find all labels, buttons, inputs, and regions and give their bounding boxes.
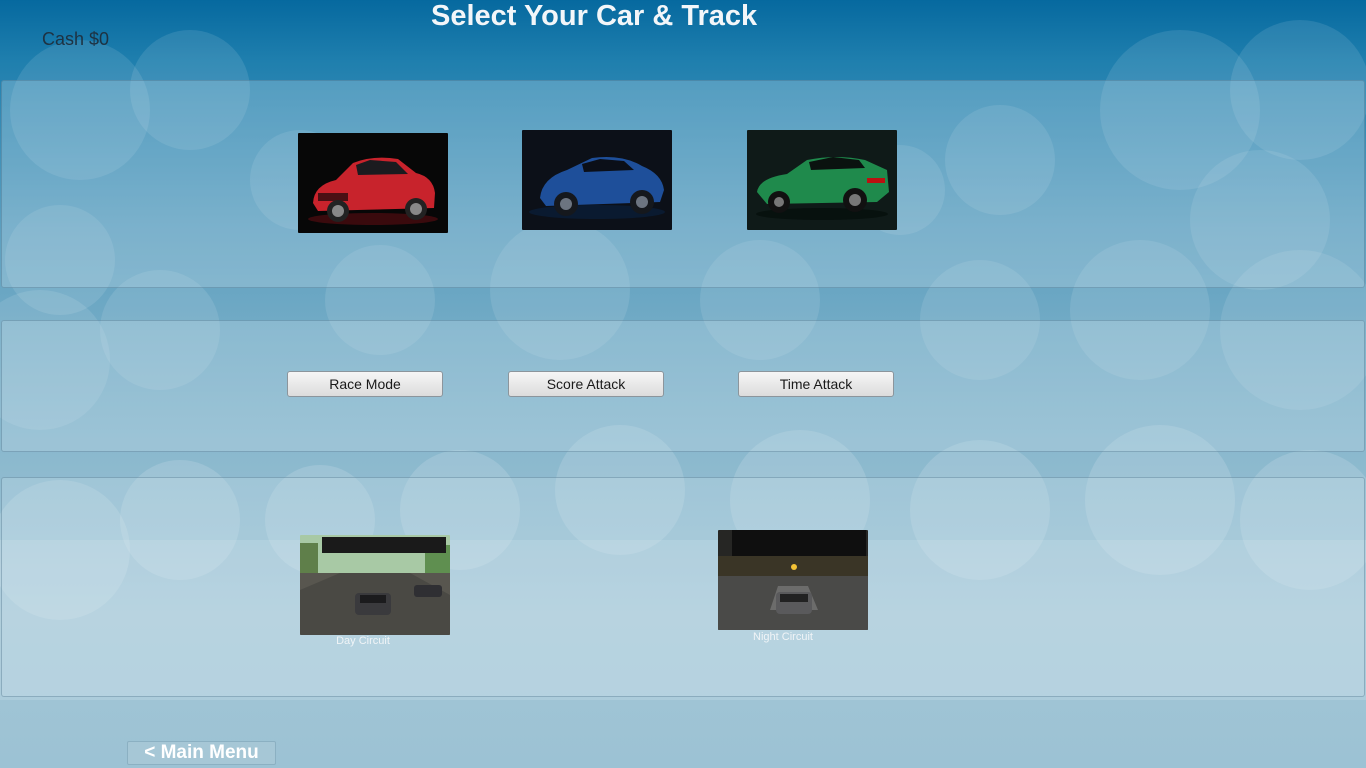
car-option-red-sedan[interactable] bbox=[298, 133, 448, 233]
page-title: Select Your Car & Track bbox=[431, 0, 758, 32]
race-mode-button[interactable]: Race Mode bbox=[287, 371, 443, 397]
car-option-green-muscle[interactable] bbox=[747, 130, 897, 230]
mode-selection-panel bbox=[1, 320, 1365, 452]
main-menu-button[interactable]: < Main Menu bbox=[127, 741, 276, 765]
car-option-blue-coupe[interactable] bbox=[522, 130, 672, 230]
track-option-day-circuit[interactable] bbox=[300, 535, 450, 635]
track-label-night-circuit: Night Circuit bbox=[753, 631, 813, 643]
car-selection-panel bbox=[1, 80, 1365, 288]
time-attack-button[interactable]: Time Attack bbox=[738, 371, 894, 397]
cash-balance: Cash $0 bbox=[42, 29, 110, 49]
track-label-day-circuit: Day Circuit bbox=[336, 635, 390, 647]
track-selection-panel bbox=[1, 477, 1365, 697]
track-option-night-circuit[interactable] bbox=[718, 530, 868, 630]
score-attack-button[interactable]: Score Attack bbox=[508, 371, 664, 397]
